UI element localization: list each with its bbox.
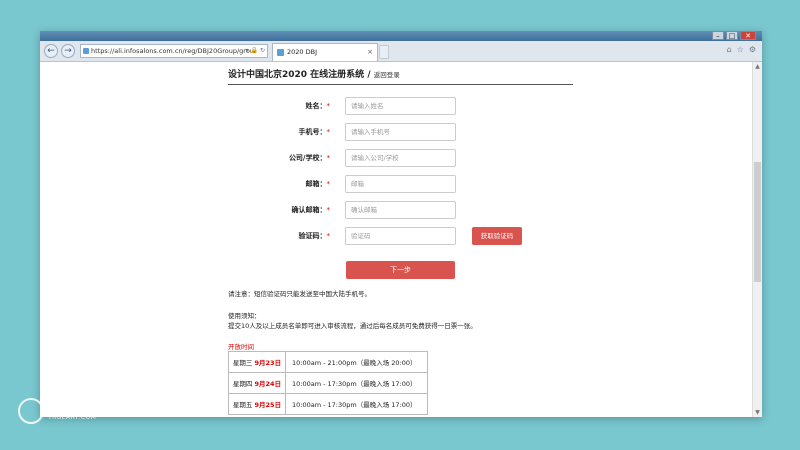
weekday-cell: 星期三 9月23日 — [228, 351, 286, 373]
watermark-logo-icon — [18, 398, 44, 424]
close-window-icon[interactable]: ✕ — [740, 31, 756, 40]
company-input[interactable] — [345, 149, 456, 167]
watermark-cn: 搜艺公会 — [48, 400, 97, 414]
address-bar[interactable]: https://ali.infosalons.com.cn/reg/DBJ20G… — [80, 44, 268, 58]
form-row-captcha: 验证码：* 获取验证码 — [40, 227, 752, 247]
weekday-cell: 星期四 9月24日 — [228, 372, 286, 394]
weekday-cell: 星期五 9月25日 — [228, 393, 286, 415]
form-row-company: 公司/学校：* — [40, 149, 752, 169]
captcha-label: 验证码：* — [298, 232, 331, 240]
forward-button[interactable]: → — [61, 44, 75, 58]
browser-right-icons: ⌂ ☆ ⚙ — [727, 45, 756, 54]
confirm-email-input[interactable] — [345, 201, 456, 219]
email-label: 邮箱：* — [305, 180, 331, 188]
browser-toolbar: ← → https://ali.infosalons.com.cn/reg/DB… — [40, 41, 762, 62]
settings-gear-icon[interactable]: ⚙ — [749, 45, 756, 54]
opening-hours-title: 开放时间 — [228, 343, 254, 351]
scroll-down-icon[interactable]: ▼ — [753, 408, 762, 417]
captcha-input[interactable] — [345, 227, 456, 245]
confirm-email-label: 确认邮箱：* — [291, 206, 331, 214]
scroll-thumb[interactable] — [754, 162, 761, 282]
phone-label: 手机号：* — [298, 128, 331, 136]
address-tools[interactable]: ▾ 🔒 ↻ — [246, 45, 265, 57]
tab-close-icon[interactable]: × — [367, 44, 373, 61]
next-step-button[interactable]: 下一步 — [346, 261, 455, 279]
get-code-button[interactable]: 获取验证码 — [472, 227, 522, 245]
address-text: https://ali.infosalons.com.cn/reg/DBJ20G… — [91, 47, 254, 55]
time-cell: 10:00am - 17:30pm（最晚入场 17:00） — [285, 372, 428, 394]
vertical-scrollbar[interactable]: ▲ ▼ — [752, 62, 762, 417]
usage-text: 提交10人及以上成员名单即可进入审核流程，通过后每名成员可免费获得一日票一张。 — [228, 322, 477, 330]
tab-title: 2020 DBJ — [287, 48, 317, 56]
form-row-email: 邮箱：* — [40, 175, 752, 195]
name-label: 姓名：* — [305, 102, 331, 110]
back-to-login-link[interactable]: 返回登录 — [374, 71, 400, 79]
table-row: 星期五 9月25日 10:00am - 17:30pm（最晚入场 17:00） — [228, 393, 428, 415]
form-row-phone: 手机号：* — [40, 123, 752, 143]
page-title-text: 设计中国北京2020 在线注册系统 — [228, 70, 365, 80]
window-controls: – □ ✕ — [712, 31, 756, 40]
page-title: 设计中国北京2020 在线注册系统 / 返回登录 — [228, 67, 400, 80]
scroll-up-icon[interactable]: ▲ — [753, 62, 762, 71]
watermark: 搜艺公会 TRUEART.COM — [18, 398, 96, 424]
usage-title: 使用须知： — [228, 312, 261, 320]
watermark-en: TRUEART.COM — [48, 414, 97, 421]
minimize-icon[interactable]: – — [712, 31, 724, 40]
sms-notice: 请注意：短信验证码只能发送至中国大陆手机号。 — [228, 290, 371, 298]
form-row-confirm-email: 确认邮箱：* — [40, 201, 752, 221]
site-favicon-icon — [83, 48, 89, 54]
favorites-star-icon[interactable]: ☆ — [737, 45, 744, 54]
table-row: 星期四 9月24日 10:00am - 17:30pm（最晚入场 17:00） — [228, 372, 428, 394]
browser-window: – □ ✕ ← → https://ali.infosalons.com.cn/… — [40, 31, 762, 417]
new-tab-button[interactable] — [379, 45, 389, 59]
page-viewport: 设计中国北京2020 在线注册系统 / 返回登录 姓名：* 手机号：* 公司/学… — [40, 62, 752, 417]
home-icon[interactable]: ⌂ — [727, 45, 732, 54]
phone-input[interactable] — [345, 123, 456, 141]
form-row-name: 姓名：* — [40, 97, 752, 117]
tab-2020-dbj[interactable]: 2020 DBJ × — [272, 43, 378, 61]
tab-favicon-icon — [277, 49, 284, 56]
back-button[interactable]: ← — [44, 44, 58, 58]
table-row: 星期三 9月23日 10:00am - 21:00pm（最晚入场 20:00） — [228, 351, 428, 373]
title-bar: – □ ✕ — [40, 31, 762, 41]
title-separator: / — [364, 70, 374, 80]
maximize-icon[interactable]: □ — [726, 31, 738, 40]
company-label: 公司/学校：* — [288, 154, 330, 162]
time-cell: 10:00am - 17:30pm（最晚入场 17:00） — [285, 393, 428, 415]
email-input[interactable] — [345, 175, 456, 193]
opening-hours-table: 星期三 9月23日 10:00am - 21:00pm（最晚入场 20:00） … — [228, 351, 428, 415]
name-input[interactable] — [345, 97, 456, 115]
header-divider — [228, 84, 573, 85]
time-cell: 10:00am - 21:00pm（最晚入场 20:00） — [285, 351, 428, 373]
